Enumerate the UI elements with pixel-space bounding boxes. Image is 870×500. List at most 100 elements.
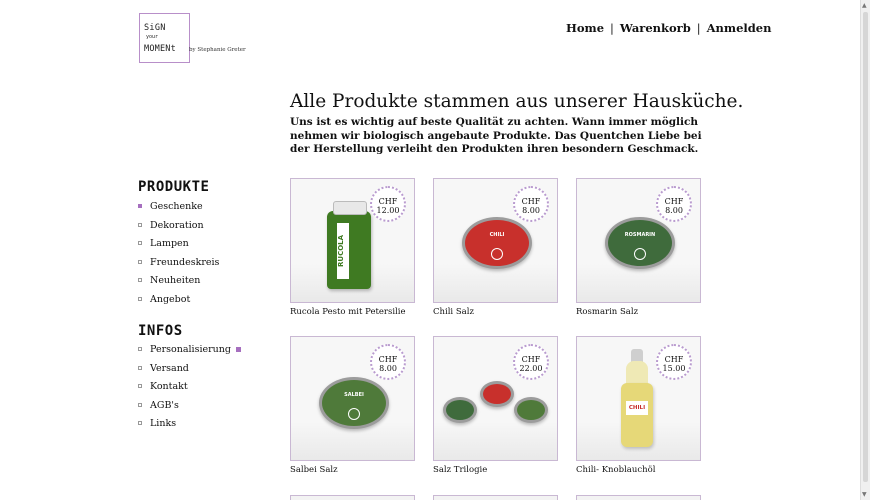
product-image[interactable]: CHILI CHF 15.00 <box>576 336 701 461</box>
bullet-icon <box>138 421 142 426</box>
jar-label: RUCOLA <box>337 223 349 279</box>
product-name[interactable]: Chili- Knoblauchöl <box>576 465 701 475</box>
product-name[interactable]: Rosmarin Salz <box>576 307 701 317</box>
product-name[interactable]: Chili Salz <box>433 307 558 317</box>
page-headline: Alle Produkte stammen aus unserer Hauskü… <box>290 91 744 112</box>
rosemary-icon <box>634 247 646 260</box>
tin-label: CHILI <box>489 231 505 238</box>
intro-text: Uns ist es wichtig auf beste Qualität zu… <box>290 116 702 155</box>
product-image[interactable]: SALBEI CHF 8.00 <box>290 336 415 461</box>
tin-label: ROSMARIN <box>624 231 656 238</box>
price-value: 12.00 <box>376 206 400 215</box>
bottle-icon: CHILI <box>621 383 653 447</box>
nav-separator: | <box>610 21 614 35</box>
tin-icon: ROSMARIN <box>605 217 675 269</box>
bullet-icon <box>138 222 142 227</box>
logo-line-3: MOMENt <box>144 44 176 54</box>
bullet-icon <box>138 402 142 407</box>
product-card[interactable]: CHILI CHF 8.00 Chili Salz <box>433 178 558 317</box>
price-badge: CHF 22.00 <box>513 344 549 380</box>
bullet-icon <box>138 204 142 208</box>
product-image[interactable]: ROSMARIN CHF 8.00 <box>576 178 701 303</box>
nav-cart-link[interactable]: Warenkorb <box>620 21 691 35</box>
product-card[interactable]: CHF 22.00 Salz Trilogie <box>433 336 558 475</box>
sidebar-produkte-title: Produkte <box>138 179 210 195</box>
product-card[interactable]: CHILI CHF 15.00 Chili- Knoblauchöl <box>576 336 701 475</box>
tin-icon: SALBEI <box>319 377 389 429</box>
product-name[interactable]: Salbei Salz <box>290 465 415 475</box>
scroll-up-icon[interactable]: ▲ <box>862 2 867 9</box>
bullet-icon <box>138 278 142 283</box>
logo-byline: by Stephanie Greter <box>189 47 246 53</box>
product-card-partial[interactable] <box>433 495 558 500</box>
product-card-partial[interactable] <box>290 495 415 500</box>
tin-icon <box>514 397 548 423</box>
product-name[interactable]: Rucola Pesto mit Petersilie <box>290 307 415 317</box>
price-badge: CHF 15.00 <box>656 344 692 380</box>
price-value: 8.00 <box>665 206 683 215</box>
tin-icon <box>480 381 514 407</box>
sidebar-item-angebot[interactable]: Angebot <box>138 293 219 312</box>
bullet-icon <box>138 347 142 351</box>
sage-icon <box>348 407 360 420</box>
scroll-down-icon[interactable]: ▼ <box>862 491 867 498</box>
product-name[interactable]: Salz Trilogie <box>433 465 558 475</box>
price-value: 22.00 <box>519 364 543 373</box>
bullet-icon <box>138 241 142 246</box>
sidebar-item-label: Freundeskreis <box>150 256 220 268</box>
nav-separator: | <box>696 21 701 35</box>
sidebar-item-kontakt[interactable]: Kontakt <box>138 380 231 399</box>
logo-line-2: your <box>146 34 159 40</box>
sidebar-item-label: Versand <box>150 362 189 374</box>
logo-line-1: SiGN <box>144 23 166 33</box>
sidebar-item-label: Lampen <box>150 238 189 250</box>
product-card[interactable]: SALBEI CHF 8.00 Salbei Salz <box>290 336 415 475</box>
sidebar-item-label: Angebot <box>150 293 191 305</box>
price-currency: CHF <box>664 355 684 364</box>
sidebar-item-label: Kontakt <box>150 381 188 393</box>
price-currency: CHF <box>664 197 684 206</box>
sidebar-item-neuheiten[interactable]: Neuheiten <box>138 274 219 293</box>
product-card[interactable]: RUCOLA CHF 12.00 Rucola Pesto mit Peters… <box>290 178 415 317</box>
nav-home-link[interactable]: Home <box>566 21 604 35</box>
sidebar-item-versand[interactable]: Versand <box>138 362 231 381</box>
sidebar-item-geschenke[interactable]: Geschenke <box>138 200 219 219</box>
price-badge: CHF 8.00 <box>370 344 406 380</box>
bullet-icon <box>138 259 142 264</box>
bullet-icon <box>138 296 142 301</box>
chili-icon <box>491 247 503 260</box>
sidebar-item-links[interactable]: Links <box>138 417 231 436</box>
bullet-icon <box>138 365 142 370</box>
sidebar-infos-list: Personalisierung Versand Kontakt AGB's L… <box>138 343 241 436</box>
sidebar-item-label: Dekoration <box>150 219 204 231</box>
sidebar-infos-title: Infos <box>138 323 183 339</box>
vertical-scrollbar[interactable]: ▲ ▼ <box>860 0 870 500</box>
sidebar-item-label: Neuheiten <box>150 275 201 287</box>
sidebar-item-label: Links <box>150 418 177 430</box>
price-value: 15.00 <box>662 364 686 373</box>
price-currency: CHF <box>378 197 398 206</box>
price-value: 8.00 <box>379 364 397 373</box>
sidebar-item-agbs[interactable]: AGB's <box>138 399 231 418</box>
logo[interactable]: SiGN your MOMENt <box>139 13 190 63</box>
product-image[interactable]: CHF 22.00 <box>433 336 558 461</box>
price-currency: CHF <box>378 355 398 364</box>
price-badge: CHF 8.00 <box>513 186 549 222</box>
product-image[interactable]: CHILI CHF 8.00 <box>433 178 558 303</box>
sidebar-item-dekoration[interactable]: Dekoration <box>138 219 219 238</box>
price-value: 8.00 <box>522 206 540 215</box>
nav-login-link[interactable]: Anmelden <box>707 21 772 35</box>
sidebar-item-lampen[interactable]: Lampen <box>138 237 219 256</box>
product-image[interactable]: RUCOLA CHF 12.00 <box>290 178 415 303</box>
product-card-partial[interactable] <box>576 495 701 500</box>
product-card[interactable]: ROSMARIN CHF 8.00 Rosmarin Salz <box>576 178 701 317</box>
price-badge: CHF 8.00 <box>656 186 692 222</box>
sidebar-produkte-list: Geschenke Dekoration Lampen Freundeskrei… <box>138 200 219 312</box>
sidebar-item-freundeskreis[interactable]: Freundeskreis <box>138 256 219 275</box>
price-badge: CHF 12.00 <box>370 186 406 222</box>
scrollbar-thumb[interactable] <box>863 12 868 482</box>
bullet-icon <box>138 384 142 389</box>
sidebar-item-label: Personalisierung <box>150 344 231 355</box>
sidebar-item-personalisierung[interactable]: Personalisierung <box>138 343 241 362</box>
price-currency: CHF <box>521 355 541 364</box>
